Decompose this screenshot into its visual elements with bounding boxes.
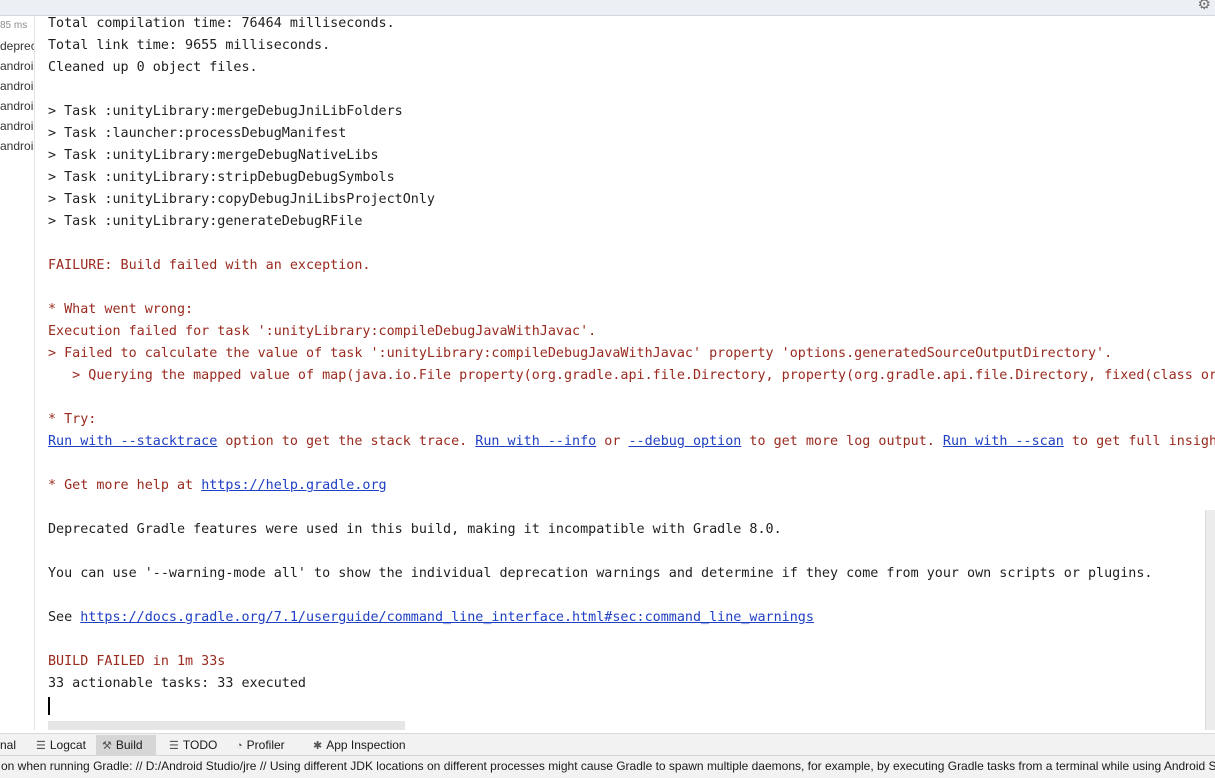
console-line: 33 actionable tasks: 33 executed bbox=[48, 676, 306, 691]
tree-item[interactable]: androi bbox=[0, 116, 34, 136]
info-link[interactable]: Run with --info bbox=[475, 434, 596, 449]
help-link[interactable]: https://help.gradle.org bbox=[201, 478, 386, 493]
console-line: Total compilation time: 76464 millisecon… bbox=[48, 16, 395, 31]
tool-window-header: ⚙ bbox=[0, 0, 1215, 16]
tab-label: nal bbox=[0, 738, 17, 752]
console-line: > Task :unityLibrary:copyDebugJniLibsPro… bbox=[48, 192, 435, 207]
docs-link[interactable]: https://docs.gradle.org/7.1/userguide/co… bbox=[80, 610, 814, 625]
see-text: See bbox=[48, 610, 81, 625]
docs-line: See https://docs.gradle.org/7.1/userguid… bbox=[48, 607, 814, 629]
try-text: or bbox=[596, 434, 629, 449]
try-text: to get more log output. bbox=[741, 434, 943, 449]
tab-label: Logcat bbox=[49, 738, 86, 752]
tool-window-bar: nal ☰ Logcat ⚒ Build ☰ TODO ◔ Profiler ✱ App … bbox=[0, 733, 1215, 755]
tree-item[interactable]: androi bbox=[0, 56, 34, 76]
console-line: Execution failed for task ':unityLibrary… bbox=[48, 324, 597, 339]
vertical-scrollbar[interactable] bbox=[1205, 510, 1215, 730]
gear-icon[interactable]: ⚙ bbox=[1198, 0, 1211, 12]
build-tree-pane: 85 ms deprec androi androi androi androi… bbox=[0, 16, 35, 730]
build-failed-message: BUILD FAILED in 1m 33s bbox=[48, 654, 226, 669]
console-line: * Try: bbox=[48, 412, 97, 427]
help-line: * Get more help at https://help.gradle.o… bbox=[48, 475, 387, 497]
console-line: > Querying the mapped value of map(java.… bbox=[48, 368, 1215, 383]
horizontal-scrollbar[interactable] bbox=[48, 721, 405, 730]
tree-item[interactable]: androi bbox=[0, 96, 34, 116]
text-cursor bbox=[48, 697, 50, 715]
tab-label: TODO bbox=[182, 738, 218, 752]
tab-label: Build bbox=[115, 738, 143, 752]
tab-build[interactable]: ⚒ Build bbox=[96, 735, 156, 755]
tree-item[interactable]: androi bbox=[0, 136, 34, 156]
try-line: Run with --stacktrace option to get the … bbox=[48, 431, 1215, 453]
gauge-icon: ◔ bbox=[236, 740, 243, 752]
console-line: You can use '--warning-mode all' to show… bbox=[48, 566, 1153, 581]
console-line: > Task :launcher:processDebugManifest bbox=[48, 126, 347, 141]
try-text: to get full insight bbox=[1063, 434, 1215, 449]
scan-link[interactable]: Run with --scan bbox=[943, 434, 1064, 449]
tab-app-inspection[interactable]: ✱ App Inspection bbox=[313, 735, 413, 755]
status-message[interactable]: on when running Gradle: // D:/Android St… bbox=[1, 759, 1215, 773]
list-icon: ☰ bbox=[169, 740, 179, 752]
stacktrace-link[interactable]: Run with --stacktrace bbox=[48, 434, 217, 449]
console-line: * What went wrong: bbox=[48, 302, 194, 317]
try-text: option to get the stack trace. bbox=[217, 434, 476, 449]
console-line: > Failed to calculate the value of task … bbox=[48, 346, 1113, 361]
tree-item[interactable]: deprec bbox=[0, 36, 34, 56]
console-line: > Task :unityLibrary:mergeDebugNativeLib… bbox=[48, 148, 379, 163]
tab-todo[interactable]: ☰ TODO bbox=[169, 735, 225, 755]
console-line: > Task :unityLibrary:mergeDebugJniLibFol… bbox=[48, 104, 403, 119]
failure-message: FAILURE: Build failed with an exception. bbox=[48, 258, 371, 273]
console-line: Cleaned up 0 object files. bbox=[48, 60, 258, 75]
help-text: * Get more help at bbox=[48, 478, 202, 493]
console-line: Deprecated Gradle features were used in … bbox=[48, 522, 782, 537]
console-line: > Task :unityLibrary:generateDebugRFile bbox=[48, 214, 363, 229]
tab-label: App Inspection bbox=[326, 738, 406, 752]
debug-link[interactable]: --debug option bbox=[628, 434, 741, 449]
bug-icon: ✱ bbox=[313, 740, 323, 752]
status-bar: on when running Gradle: // D:/Android St… bbox=[0, 755, 1215, 778]
console-line: > Task :unityLibrary:stripDebugDebugSymb… bbox=[48, 170, 395, 185]
console-line: Total link time: 9655 milliseconds. bbox=[48, 38, 331, 53]
tree-item-duration[interactable]: 85 ms bbox=[0, 16, 34, 36]
build-output-console[interactable]: Total compilation time: 76464 millisecon… bbox=[36, 16, 1215, 730]
logcat-icon: ☰ bbox=[36, 740, 46, 752]
tab-profiler[interactable]: ◔ Profiler bbox=[236, 735, 298, 755]
tab-terminal[interactable]: nal bbox=[0, 735, 30, 755]
tree-item[interactable]: androi bbox=[0, 76, 34, 96]
tab-logcat[interactable]: ☰ Logcat bbox=[36, 735, 94, 755]
tab-label: Profiler bbox=[246, 738, 285, 752]
hammer-icon: ⚒ bbox=[102, 740, 112, 752]
